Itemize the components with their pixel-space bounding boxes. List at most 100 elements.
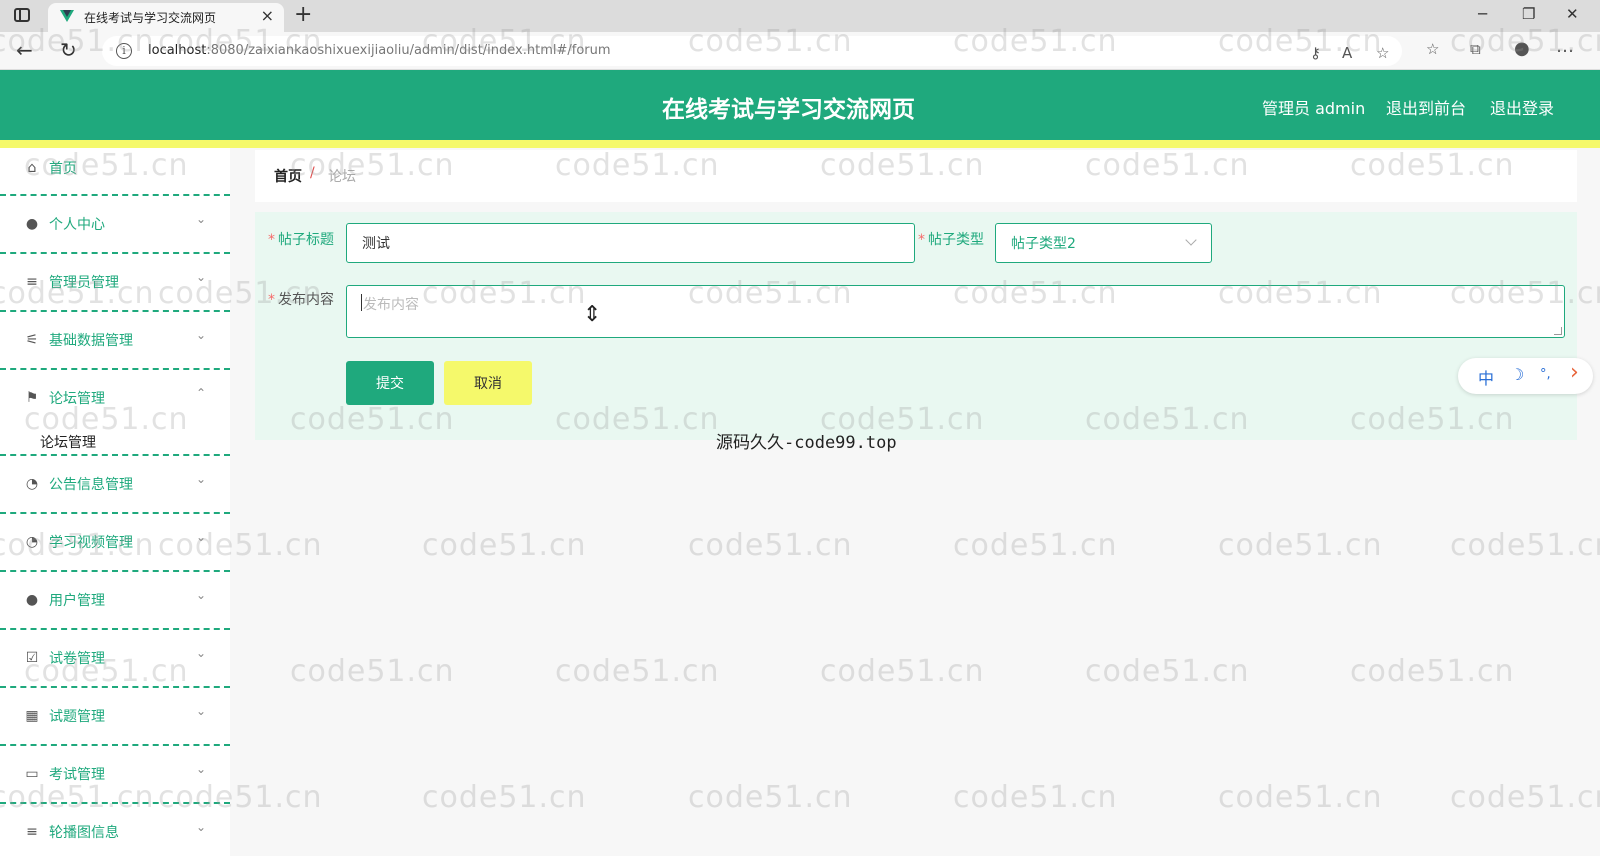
breadcrumb: 首页 / 论坛 [255, 150, 1577, 202]
read-aloud-icon[interactable]: A [1342, 44, 1352, 62]
watermark: code51.cn [688, 780, 853, 815]
sidebar-item-admin-management[interactable]: ≡ 管理员管理 ⌄ [0, 254, 230, 312]
tab-title: 在线考试与学习交流网页 [84, 11, 217, 25]
sidebar-item-carousel[interactable]: ≡ 轮播图信息 ⌄ [0, 804, 230, 856]
chevron-down-icon: ⌄ [196, 820, 207, 834]
breadcrumb-separator: / [310, 165, 315, 181]
sidebar-item-label: 论坛管理 [49, 391, 105, 407]
checkbox-icon: ☑ [25, 650, 39, 666]
chevron-down-icon: ⌄ [196, 762, 207, 776]
close-tab-icon[interactable]: × [261, 6, 274, 25]
chevron-down-icon: ⌄ [196, 704, 207, 718]
breadcrumb-home[interactable]: 首页 [274, 166, 302, 186]
resize-handle[interactable] [1554, 327, 1562, 335]
address-bar-row: ← ↻ i localhost:8080/zaixiankaoshixuexij… [0, 32, 1600, 70]
logout-link[interactable]: 退出登录 [1490, 95, 1554, 119]
monitor-icon: ▭ [25, 766, 39, 782]
watermark: code51.cn [820, 654, 985, 689]
url-field[interactable]: i localhost:8080/zaixiankaoshixuexijiaol… [102, 36, 1402, 66]
profile-icon[interactable]: ● [1514, 38, 1530, 59]
sidebar-item-home[interactable]: ⌂ 首页 [0, 148, 230, 196]
restore-icon[interactable]: ❐ [1522, 5, 1535, 23]
moon-icon[interactable]: ☽ [1510, 365, 1524, 384]
user-icon: ● [25, 216, 39, 232]
sidebar: ⌂ 首页 ● 个人中心 ⌄ ≡ 管理员管理 ⌄ ⚟ 基础数据管理 ⌄ ⚑ 论坛管… [0, 148, 230, 856]
watermark: code51.cn [555, 654, 720, 689]
user-icon: ● [25, 592, 39, 608]
sidebar-item-label: 轮播图信息 [49, 825, 119, 841]
sidebar-item-label: 公告信息管理 [49, 477, 133, 493]
admin-user-label: 管理员 admin [1262, 99, 1366, 118]
type-label: * 帖子类型 [918, 232, 984, 248]
sidebar-item-label: 首页 [49, 161, 77, 177]
window-close-icon[interactable]: ✕ [1566, 5, 1579, 23]
breadcrumb-current: 论坛 [328, 169, 356, 185]
sidebar-item-label: 用户管理 [49, 593, 105, 609]
home-icon: ⌂ [27, 160, 37, 176]
back-icon[interactable]: ← [16, 38, 33, 62]
sidebar-item-label: 个人中心 [49, 217, 105, 233]
info-icon[interactable]: i [116, 43, 132, 59]
post-type-value: 帖子类型2 [1011, 236, 1076, 252]
refresh-icon[interactable]: ↻ [60, 38, 77, 62]
watermark: code51.cn [953, 780, 1118, 815]
content-placeholder: 发布内容 [363, 297, 419, 313]
minimize-icon[interactable]: ─ [1478, 5, 1487, 23]
punctuation-icon[interactable]: °, [1540, 367, 1551, 382]
chevron-down-icon: ⌄ [196, 530, 207, 544]
ime-toolbar: 中 ☽ °, › [1458, 358, 1593, 394]
title-label: * 帖子标题 [268, 232, 334, 248]
sidebar-item-papers[interactable]: ☑ 试卷管理 ⌄ [0, 630, 230, 688]
watermark: code51.cn [953, 528, 1118, 563]
flag-icon: ⚑ [25, 390, 39, 406]
list-icon: ≡ [26, 824, 38, 840]
collections-icon[interactable]: ⧉ [1470, 40, 1481, 58]
submit-button[interactable]: 提交 [346, 361, 434, 405]
sidebar-item-base-data[interactable]: ⚟ 基础数据管理 ⌄ [0, 312, 230, 370]
sliders-icon: ⚟ [25, 332, 39, 348]
browser-tab[interactable]: 在线考试与学习交流网页 × [48, 3, 284, 32]
sidebar-item-label: 试题管理 [49, 709, 105, 725]
chevron-right-icon[interactable]: › [1570, 360, 1579, 385]
sidebar-item-questions[interactable]: ▦ 试题管理 ⌄ [0, 688, 230, 746]
post-title-input[interactable]: 测试 [346, 223, 915, 263]
watermark: code51.cn [422, 528, 587, 563]
watermark: code51.cn [290, 654, 455, 689]
post-content-textarea[interactable]: 发布内容 [346, 285, 1565, 338]
post-type-select[interactable]: 帖子类型2 [995, 223, 1212, 263]
ime-language-toggle[interactable]: 中 [1478, 365, 1494, 389]
tab-actions-icon[interactable] [14, 8, 30, 22]
favorites-icon[interactable]: ☆ [1426, 40, 1439, 58]
sidebar-item-label: 基础数据管理 [49, 333, 133, 349]
watermark: code51.cn [1350, 654, 1515, 689]
watermark: code51.cn [1218, 780, 1383, 815]
sidebar-item-label: 学习视频管理 [49, 535, 133, 551]
compass-icon: ◔ [25, 534, 39, 550]
sidebar-item-exams[interactable]: ▭ 考试管理 ⌄ [0, 746, 230, 804]
grid-icon: ▦ [25, 708, 39, 724]
sidebar-item-video[interactable]: ◔ 学习视频管理 ⌄ [0, 514, 230, 572]
more-icon[interactable]: … [1556, 36, 1574, 57]
list-icon: ≡ [26, 274, 38, 290]
app-title: 在线考试与学习交流网页 [662, 97, 915, 123]
sidebar-item-notice[interactable]: ◔ 公告信息管理 ⌄ [0, 456, 230, 514]
post-title-value: 测试 [362, 236, 390, 252]
watermark: code51.cn [1085, 654, 1250, 689]
footer-text: 源码久久-code99.top [716, 433, 897, 453]
text-caret [361, 294, 362, 311]
submenu-item-forum[interactable]: 论坛管理 [40, 432, 96, 452]
sidebar-item-users[interactable]: ● 用户管理 ⌄ [0, 572, 230, 630]
chevron-up-icon: ⌃ [196, 386, 207, 400]
url-text: localhost:8080/zaixiankaoshixuexijiaoliu… [148, 43, 611, 58]
favorite-add-icon[interactable]: ☆ [1376, 44, 1389, 62]
content-label: * 发布内容 [268, 292, 334, 308]
sidebar-item-forum-management[interactable]: ⚑ 论坛管理 ⌃ 论坛管理 [0, 370, 230, 456]
sidebar-item-personal-center[interactable]: ● 个人中心 ⌄ [0, 196, 230, 254]
new-tab-icon[interactable]: + [294, 2, 312, 27]
exit-to-front-link[interactable]: 退出到前台 [1386, 95, 1466, 119]
watermark: code51.cn [1450, 780, 1600, 815]
watermark: code51.cn [1218, 528, 1383, 563]
chevron-down-icon: ⌄ [196, 472, 207, 486]
cancel-button[interactable]: 取消 [444, 361, 532, 405]
key-icon[interactable]: ⚷ [1310, 44, 1321, 62]
